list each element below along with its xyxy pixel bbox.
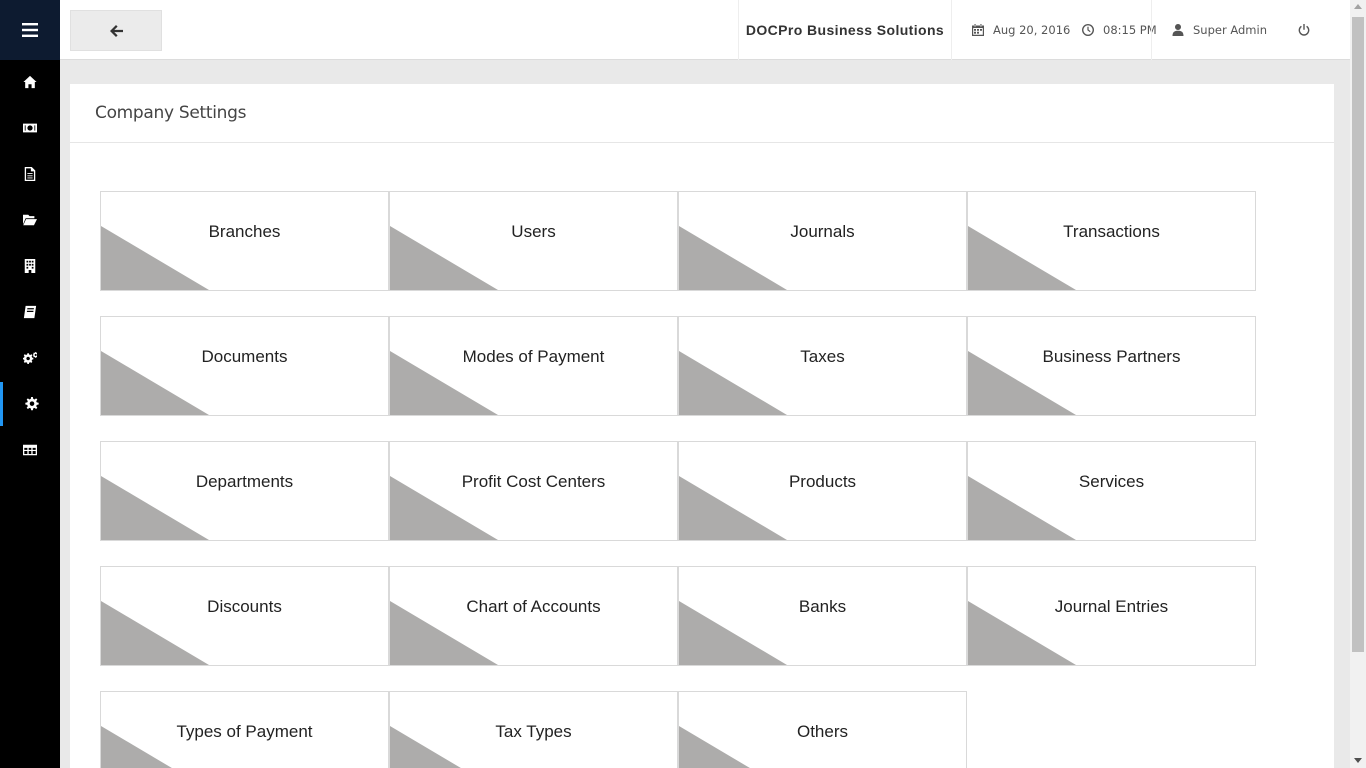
tile-transactions[interactable]: Transactions	[967, 191, 1256, 291]
arrow-left-icon	[109, 24, 123, 37]
sidebar-item-documents[interactable]	[0, 152, 60, 196]
table-icon	[23, 444, 37, 456]
tile-label: Profit Cost Centers	[461, 472, 606, 491]
tile-label: Journal Entries	[1054, 597, 1169, 616]
back-button[interactable]	[70, 10, 162, 51]
sidebar-item-folders[interactable]	[0, 198, 60, 242]
tile-label: Products	[788, 472, 857, 491]
scroll-down-arrow-icon[interactable]	[1354, 758, 1362, 763]
tile-journal-entries[interactable]: Journal Entries	[967, 566, 1256, 666]
tile-journals[interactable]: Journals	[678, 191, 967, 291]
building-icon	[24, 259, 36, 273]
page-title: Company Settings	[70, 84, 1334, 143]
folder-open-icon	[23, 214, 37, 226]
tile-profit-cost-centers[interactable]: Profit Cost Centers	[389, 441, 678, 541]
settings-panel: Company Settings Branches Users Journals…	[70, 84, 1334, 768]
tile-documents[interactable]: Documents	[100, 316, 389, 416]
document-icon	[24, 167, 36, 181]
sidebar-item-tables[interactable]	[0, 428, 60, 472]
brand-name: DOCPro Business Solutions	[738, 0, 952, 60]
home-icon	[23, 75, 37, 89]
settings-tiles: Branches Users Journals Transactions Doc…	[100, 191, 1260, 768]
tile-types-of-payment[interactable]: Types of Payment	[100, 691, 389, 768]
power-icon	[1298, 24, 1310, 36]
tile-services[interactable]: Services	[967, 441, 1256, 541]
tile-label: Transactions	[1063, 222, 1160, 241]
cogs-icon	[23, 351, 37, 364]
user-name: Super Admin	[1193, 23, 1267, 37]
tile-modes-of-payment[interactable]: Modes of Payment	[389, 316, 678, 416]
time-text: 08:15 PM	[1103, 23, 1157, 37]
scrollbar-thumb[interactable]	[1352, 17, 1364, 652]
tile-products[interactable]: Products	[678, 441, 967, 541]
calendar-icon	[972, 24, 984, 36]
sidebar-item-money[interactable]	[0, 106, 60, 150]
tile-tax-types[interactable]: Tax Types	[389, 691, 678, 768]
tile-label: Chart of Accounts	[466, 597, 601, 616]
gear-icon	[24, 397, 39, 411]
book-icon	[23, 305, 37, 319]
sidebar	[0, 0, 60, 768]
tile-discounts[interactable]: Discounts	[100, 566, 389, 666]
tile-branches[interactable]: Branches	[100, 191, 389, 291]
clock-icon	[1082, 24, 1094, 36]
scroll-up-arrow-icon[interactable]	[1354, 4, 1362, 9]
sidebar-item-home[interactable]	[0, 60, 60, 104]
separator	[1151, 0, 1152, 60]
tile-chart-of-accounts[interactable]: Chart of Accounts	[389, 566, 678, 666]
user-icon	[1172, 24, 1184, 36]
tile-label: Modes of Payment	[462, 347, 605, 366]
sidebar-item-settings[interactable]	[0, 382, 60, 426]
tile-others[interactable]: Others	[678, 691, 967, 768]
tile-taxes[interactable]: Taxes	[678, 316, 967, 416]
tile-label: Business Partners	[1042, 347, 1181, 366]
vertical-scrollbar[interactable]	[1350, 0, 1366, 768]
tile-label: Types of Payment	[176, 722, 313, 741]
tile-departments[interactable]: Departments	[100, 441, 389, 541]
sidebar-item-company[interactable]	[0, 244, 60, 288]
tile-label: Discounts	[207, 597, 282, 616]
sidebar-item-books[interactable]	[0, 290, 60, 334]
tile-label: Services	[1078, 472, 1145, 491]
top-bar: DOCPro Business Solutions Aug 20, 2016 0…	[60, 0, 1350, 60]
tile-label: Departments	[195, 472, 294, 491]
tile-label: Banks	[798, 597, 847, 616]
tile-label: Branches	[208, 222, 281, 241]
hamburger-icon	[22, 23, 38, 37]
tile-banks[interactable]: Banks	[678, 566, 967, 666]
tile-business-partners[interactable]: Business Partners	[967, 316, 1256, 416]
time-display: 08:15 PM	[1082, 0, 1157, 60]
tile-label: Tax Types	[495, 722, 572, 741]
logout-button[interactable]	[1297, 0, 1311, 60]
date-display: Aug 20, 2016	[972, 0, 1070, 60]
menu-toggle-button[interactable]	[0, 0, 60, 60]
sidebar-item-configuration[interactable]	[0, 336, 60, 380]
date-text: Aug 20, 2016	[993, 23, 1071, 37]
user-menu[interactable]: Super Admin	[1172, 0, 1267, 60]
tile-users[interactable]: Users	[389, 191, 678, 291]
tile-label: Documents	[201, 347, 288, 366]
tile-label: Others	[796, 722, 849, 741]
tile-label: Users	[511, 222, 556, 241]
tile-label: Taxes	[800, 347, 845, 366]
tile-label: Journals	[790, 222, 855, 241]
money-icon	[23, 123, 37, 133]
